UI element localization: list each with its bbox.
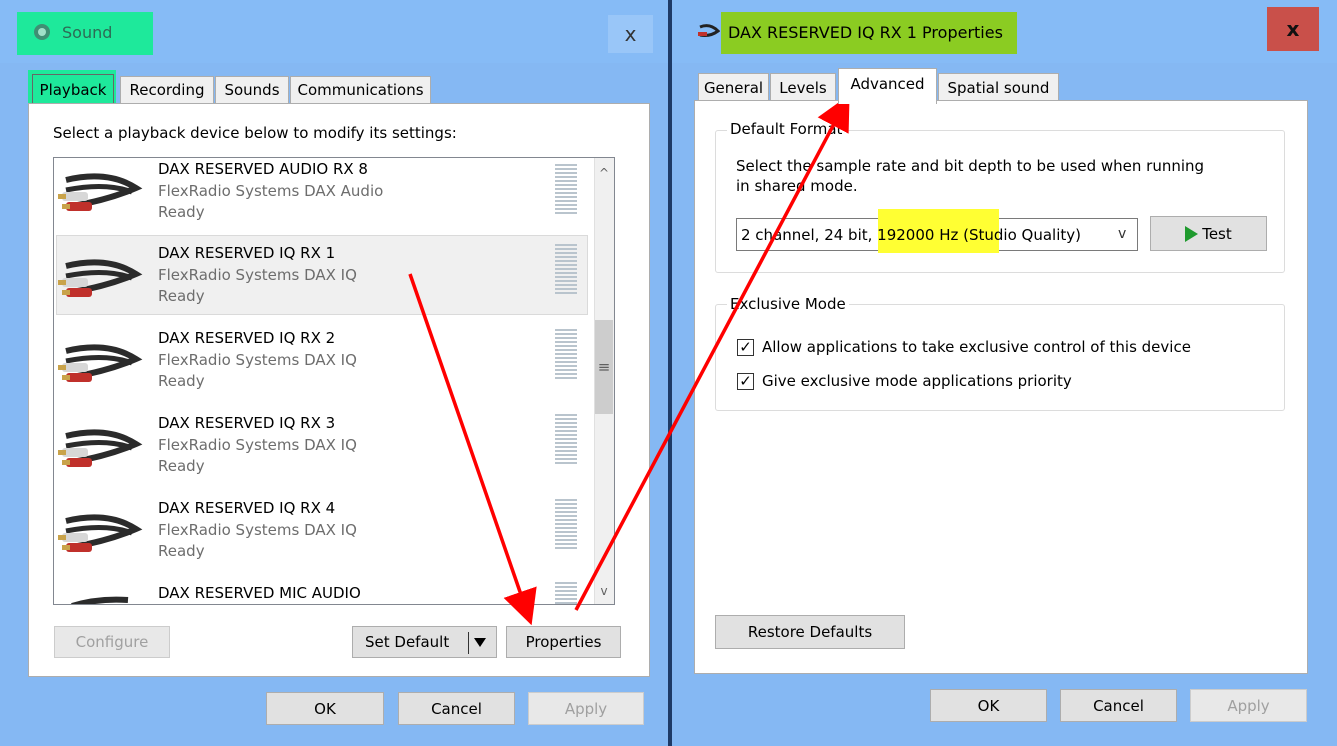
arrow-to-properties xyxy=(408,273,537,626)
arrow-to-advanced-tab xyxy=(574,94,850,611)
annotation-arrows xyxy=(408,94,850,626)
tab-advanced[interactable]: Advanced xyxy=(838,68,937,104)
